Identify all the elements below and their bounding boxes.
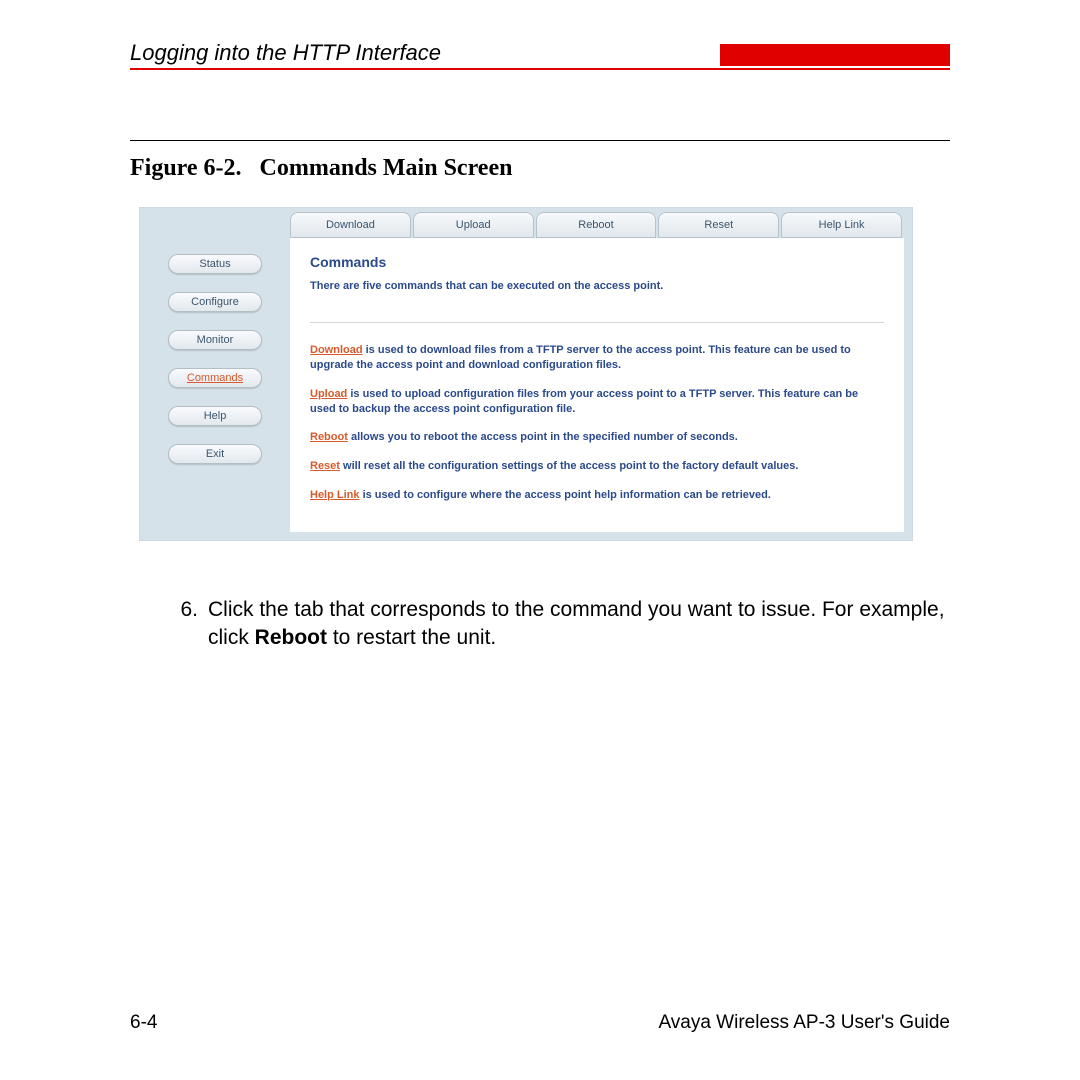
screenshot-sidebar-button: Monitor [168, 330, 262, 350]
screenshot-sidebar-button: Configure [168, 292, 262, 312]
screenshot-divider [310, 322, 884, 323]
screenshot-command-link: Download [310, 344, 363, 356]
screenshot-command-link: Upload [310, 388, 347, 400]
step-text-after: to restart the unit. [327, 626, 496, 649]
screenshot-tabs: DownloadUploadRebootResetHelp Link [290, 212, 904, 238]
figure-label: Figure 6-2. [130, 155, 242, 181]
step-number: 6. [130, 596, 208, 653]
screenshot-tab: Reboot [536, 212, 657, 238]
footer-page-number: 6-4 [130, 1012, 157, 1034]
footer-doc-title: Avaya Wireless AP-3 User's Guide [658, 1012, 950, 1034]
screenshot-command-description: Reboot allows you to reboot the access p… [310, 430, 884, 445]
screenshot-command-text: is used to upload configuration files fr… [310, 388, 858, 415]
instruction-step: 6. Click the tab that corresponds to the… [130, 596, 950, 653]
screenshot-tab: Reset [658, 212, 779, 238]
screenshot-content: Commands There are five commands that ca… [290, 238, 904, 532]
page-header-title: Logging into the HTTP Interface [130, 40, 441, 66]
step-bold: Reboot [255, 626, 327, 649]
step-body: Click the tab that corresponds to the co… [208, 596, 950, 653]
screenshot-tab: Help Link [781, 212, 902, 238]
screenshot-commands-screen: Status Configure Monitor Commands Help Exit D… [140, 208, 912, 540]
screenshot-command-link: Help Link [310, 489, 360, 501]
screenshot-tab: Download [290, 212, 411, 238]
screenshot-intro: There are five commands that can be exec… [310, 280, 884, 292]
header-accent-bar [720, 44, 950, 66]
screenshot-command-description: Upload is used to upload configuration f… [310, 387, 884, 417]
screenshot-tab: Upload [413, 212, 534, 238]
screenshot-command-description: Reset will reset all the configuration s… [310, 459, 884, 474]
screenshot-command-text: is used to download files from a TFTP se… [310, 344, 851, 371]
screenshot-heading: Commands [310, 254, 884, 270]
screenshot-command-description: Help Link is used to configure where the… [310, 488, 884, 503]
screenshot-command-text: is used to configure where the access po… [360, 489, 771, 501]
screenshot-sidebar-button: Status [168, 254, 262, 274]
screenshot-command-text: allows you to reboot the access point in… [348, 431, 738, 443]
screenshot-command-description: Download is used to download files from … [310, 343, 884, 373]
figure-title: Commands Main Screen [260, 155, 513, 181]
screenshot-command-link: Reset [310, 460, 340, 472]
screenshot-command-link: Reboot [310, 431, 348, 443]
screenshot-sidebar: Status Configure Monitor Commands Help Exit [140, 208, 290, 540]
figure-caption: Figure 6-2. Commands Main Screen [130, 155, 950, 182]
screenshot-sidebar-button: Help [168, 406, 262, 426]
screenshot-command-text: will reset all the configuration setting… [340, 460, 798, 472]
screenshot-sidebar-button: Exit [168, 444, 262, 464]
screenshot-sidebar-button: Commands [168, 368, 262, 388]
